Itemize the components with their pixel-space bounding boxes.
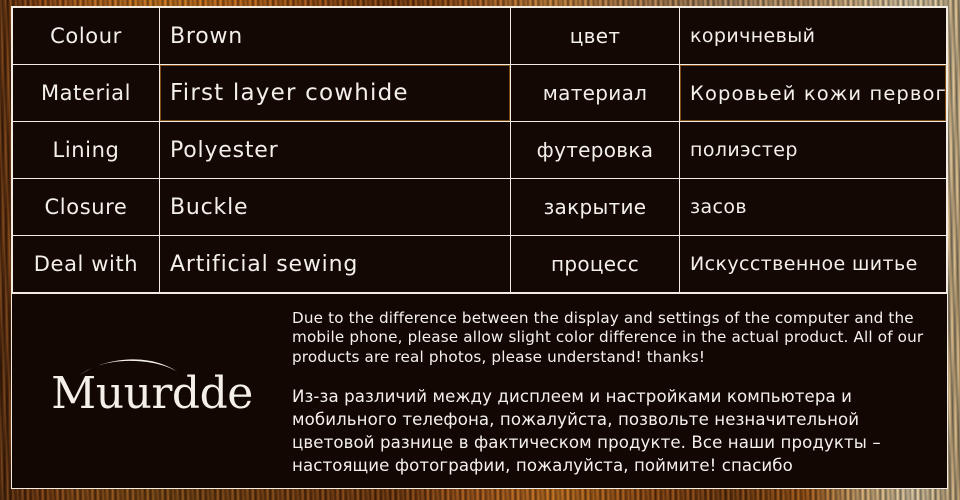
spec-value-en-closure: Buckle [159,178,511,236]
spec-value-en-deal-with: Artificial sewing [159,235,511,293]
spec-label-ru-colour: цвет [510,7,680,65]
spec-label-en-material: Material [12,64,160,122]
table-row: Material First layer cowhide материал Ко… [12,64,947,122]
spec-value-ru-closure: засов [679,178,947,236]
spec-label-ru-closure: закрытие [510,178,680,236]
spec-label-ru-material: материал [510,64,680,122]
table-row: Deal with Artificial sewing процесс Иску… [12,235,947,293]
table-row: Colour Brown цвет коричневый [12,7,947,65]
spec-label-ru-lining: футеровка [510,121,680,179]
spec-value-en-lining: Polyester [159,121,511,179]
disclaimer-russian: Из-за различий между дисплеем и настройк… [292,387,881,476]
brand-name-text: Muurdde [51,368,253,419]
brand-logo-zone: Muurdde [12,294,292,488]
product-info-panel: Colour Brown цвет коричневый Material Fi… [11,6,948,489]
spec-label-en-lining: Lining [12,121,160,179]
specification-table: Colour Brown цвет коричневый Material Fi… [12,7,947,293]
brand-wordmark: Muurdde [51,359,253,419]
spec-label-en-colour: Colour [12,7,160,65]
table-row: Lining Polyester футеровка полиэстер [12,121,947,179]
disclaimer-section: Muurdde Due to the difference between th… [12,293,947,488]
disclaimer-english: Due to the difference between the displa… [292,308,924,366]
spec-label-en-deal-with: Deal with [12,235,160,293]
spec-value-ru-deal-with: Искусственное шитье [679,235,947,293]
spec-value-ru-material: Коровьей кожи первого слоя [679,64,947,122]
spec-value-ru-lining: полиэстер [679,121,947,179]
disclaimer-text-block: Due to the difference between the displa… [292,305,947,478]
spec-label-en-closure: Closure [12,178,160,236]
spec-value-ru-colour: коричневый [679,7,947,65]
spec-value-en-colour: Brown [159,7,511,65]
spec-label-ru-deal-with: процесс [510,235,680,293]
specification-table-body: Colour Brown цвет коричневый Material Fi… [12,7,947,293]
table-row: Closure Buckle закрытие засов [12,178,947,236]
spec-value-en-material: First layer cowhide [159,64,511,122]
